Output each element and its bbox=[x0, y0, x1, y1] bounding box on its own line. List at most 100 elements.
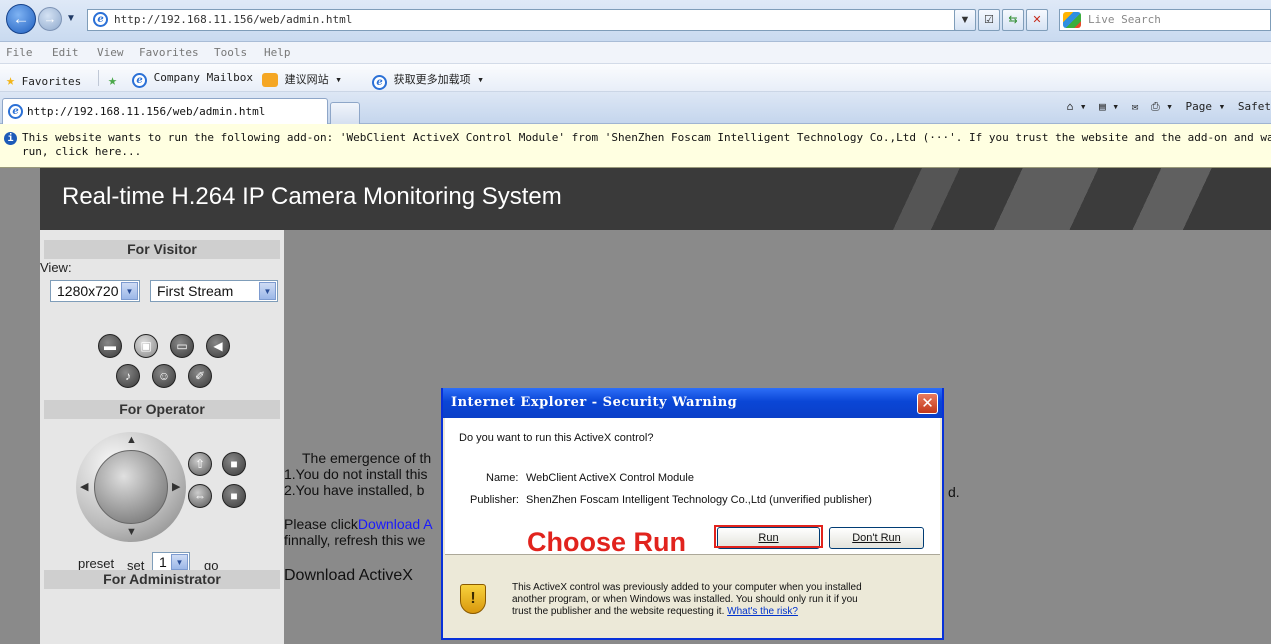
stop-icon[interactable]: ✕ bbox=[1026, 9, 1048, 31]
whats-the-risk-link[interactable]: What's the risk? bbox=[727, 606, 798, 617]
preset-select[interactable]: 1 ▼ bbox=[152, 552, 190, 572]
run-highlight-outline bbox=[714, 525, 823, 548]
address-bar: ← → ▼ e http://192.168.11.156/web/admin.… bbox=[0, 0, 1271, 42]
info-icon: i bbox=[4, 132, 17, 145]
ie-page-icon: e bbox=[8, 104, 23, 119]
compatibility-view-icon[interactable]: ☑ bbox=[978, 9, 1000, 31]
audio-icon[interactable]: ♪ bbox=[116, 364, 140, 388]
page-title: Real-time H.264 IP Camera Monitoring Sys… bbox=[62, 183, 562, 210]
info-bar-line2: run, click here... bbox=[22, 145, 142, 158]
live-search-icon bbox=[1063, 12, 1081, 28]
view-label: View: bbox=[40, 260, 72, 275]
forward-button[interactable]: → bbox=[38, 7, 62, 31]
chevron-down-icon: ▼ bbox=[259, 282, 276, 300]
divider bbox=[98, 70, 99, 86]
menu-help[interactable]: Help bbox=[264, 46, 291, 59]
stop-patrol-icon[interactable]: ■ bbox=[222, 452, 246, 476]
download-instruction-line: Please clickDownload A bbox=[284, 516, 433, 532]
choose-run-annotation: Choose Run bbox=[527, 527, 686, 557]
dialog-question: Do you want to run this ActiveX control? bbox=[459, 432, 654, 444]
name-value: WebClient ActiveX Control Module bbox=[526, 472, 694, 484]
talk-icon[interactable]: ☺ bbox=[152, 364, 176, 388]
warning-text: This ActiveX control was previously adde… bbox=[512, 582, 862, 617]
back-icon[interactable]: ◀ bbox=[206, 334, 230, 358]
favorites-bar: ★ Favorites ★ e Company Mailbox 建议网站 ▾ e… bbox=[0, 64, 1271, 92]
refresh-icon[interactable]: ⇆ bbox=[1002, 9, 1024, 31]
back-button[interactable]: ← bbox=[6, 4, 36, 34]
command-bar: ⌂ ▾ ▤ ▾ ✉ ⎙ ▾ Page ▾ Safet bbox=[1061, 100, 1271, 114]
horizontal-patrol-icon[interactable]: ⇔ bbox=[188, 484, 212, 508]
download-activex-link[interactable]: Download A bbox=[358, 516, 433, 532]
menu-bar: File Edit View Favorites Tools Help bbox=[0, 42, 1271, 64]
feeds-icon[interactable]: ▤ ▾ bbox=[1099, 100, 1119, 113]
camera-icon[interactable]: ▣ bbox=[134, 334, 158, 358]
page-menu[interactable]: Page ▾ bbox=[1186, 100, 1226, 113]
divider bbox=[445, 554, 940, 555]
ptz-center-button[interactable] bbox=[94, 450, 168, 524]
tab-admin[interactable]: e http://192.168.11.156/web/admin.html bbox=[2, 98, 328, 124]
home-icon[interactable]: ⌂ ▾ bbox=[1067, 100, 1087, 113]
resolution-select[interactable]: 1280x720 ▼ bbox=[50, 280, 140, 302]
menu-view[interactable]: View bbox=[97, 46, 124, 59]
url-input[interactable]: e http://192.168.11.156/web/admin.html bbox=[87, 9, 974, 31]
chevron-down-icon: ▼ bbox=[121, 282, 138, 300]
url-dropdown-button[interactable]: ▼ bbox=[954, 9, 976, 31]
publisher-value: ShenZhen Foscam Intelligent Technology C… bbox=[526, 494, 872, 506]
forward-arrow-icon: → bbox=[43, 11, 57, 26]
visitor-header: For Visitor bbox=[44, 240, 280, 259]
new-tab-button[interactable] bbox=[330, 102, 360, 124]
record-icon[interactable]: ▭ bbox=[170, 334, 194, 358]
favorite-get-more-addons[interactable]: e 获取更多加载项 ▾ bbox=[372, 71, 484, 90]
preset-label: preset bbox=[78, 556, 115, 571]
settings-icon[interactable]: ✐ bbox=[188, 364, 212, 388]
favorite-company-mailbox[interactable]: e Company Mailbox bbox=[132, 71, 253, 88]
page-banner: Real-time H.264 IP Camera Monitoring Sys… bbox=[40, 168, 1271, 230]
ie-page-icon: e bbox=[132, 73, 147, 88]
download-activex-label[interactable]: Download ActiveX bbox=[284, 568, 433, 584]
publisher-label: Publisher: bbox=[470, 494, 519, 506]
favorites-button[interactable]: ★ Favorites bbox=[6, 71, 81, 89]
url-text: http://192.168.11.156/web/admin.html bbox=[114, 13, 353, 26]
vertical-patrol-icon[interactable]: ⇧ bbox=[188, 452, 212, 476]
warning-shield-icon: ! bbox=[460, 584, 486, 614]
activex-instructions: The emergence of th 1.You do not install… bbox=[284, 450, 433, 584]
search-input[interactable]: Live Search bbox=[1059, 9, 1271, 31]
reason-line-2: 2.You have installed, b bbox=[284, 482, 425, 498]
back-arrow-icon: ← bbox=[12, 9, 30, 28]
control-panel: For Visitor View: 1280x720 ▼ First Strea… bbox=[40, 230, 284, 644]
mail-icon[interactable]: ✉ bbox=[1132, 100, 1139, 113]
ptz-up-icon[interactable]: ▲ bbox=[126, 434, 137, 446]
snapshot-bar-icon[interactable]: ▬ bbox=[98, 334, 122, 358]
safety-menu[interactable]: Safet bbox=[1238, 100, 1271, 113]
information-bar[interactable]: i This website wants to run the followin… bbox=[0, 124, 1271, 168]
ie-page-icon: e bbox=[93, 12, 108, 27]
star-icon: ★ bbox=[6, 71, 16, 89]
add-favorite-icon[interactable]: ★ bbox=[108, 71, 117, 89]
suggested-sites-icon bbox=[262, 73, 278, 87]
ie-page-icon: e bbox=[372, 75, 387, 90]
ptz-down-icon[interactable]: ▼ bbox=[126, 526, 137, 538]
dialog-title: Internet Explorer - Security Warning bbox=[451, 395, 738, 410]
stop-horizontal-patrol-icon[interactable]: ■ bbox=[222, 484, 246, 508]
reason-line-1: 1.You do not install this bbox=[284, 466, 428, 482]
menu-edit[interactable]: Edit bbox=[52, 46, 79, 59]
ptz-left-icon[interactable]: ◀ bbox=[80, 480, 88, 493]
stream-select[interactable]: First Stream ▼ bbox=[150, 280, 278, 302]
chevron-down-icon: ▼ bbox=[171, 554, 188, 570]
menu-favorites[interactable]: Favorites bbox=[139, 46, 199, 59]
administrator-header: For Administrator bbox=[44, 570, 280, 589]
print-icon[interactable]: ⎙ ▾ bbox=[1151, 100, 1173, 113]
dont-run-button[interactable]: Don't Run bbox=[829, 527, 924, 549]
dialog-titlebar[interactable]: Internet Explorer - Security Warning bbox=[443, 388, 942, 418]
favorite-suggested-sites[interactable]: 建议网站 ▾ bbox=[262, 71, 342, 87]
close-icon[interactable]: ✕ bbox=[917, 393, 938, 414]
name-label: Name: bbox=[486, 472, 519, 484]
ptz-right-icon[interactable]: ▶ bbox=[172, 480, 180, 493]
recent-pages-dropdown[interactable]: ▼ bbox=[66, 13, 76, 24]
ptz-control-wheel[interactable]: ▲ ▼ ◀ ▶ bbox=[76, 432, 186, 542]
reason-line-2-tail: d. bbox=[948, 484, 960, 500]
menu-file[interactable]: File bbox=[6, 46, 33, 59]
refresh-instruction-line: finnally, refresh this we bbox=[284, 532, 426, 548]
search-placeholder: Live Search bbox=[1088, 13, 1161, 26]
menu-tools[interactable]: Tools bbox=[214, 46, 247, 59]
